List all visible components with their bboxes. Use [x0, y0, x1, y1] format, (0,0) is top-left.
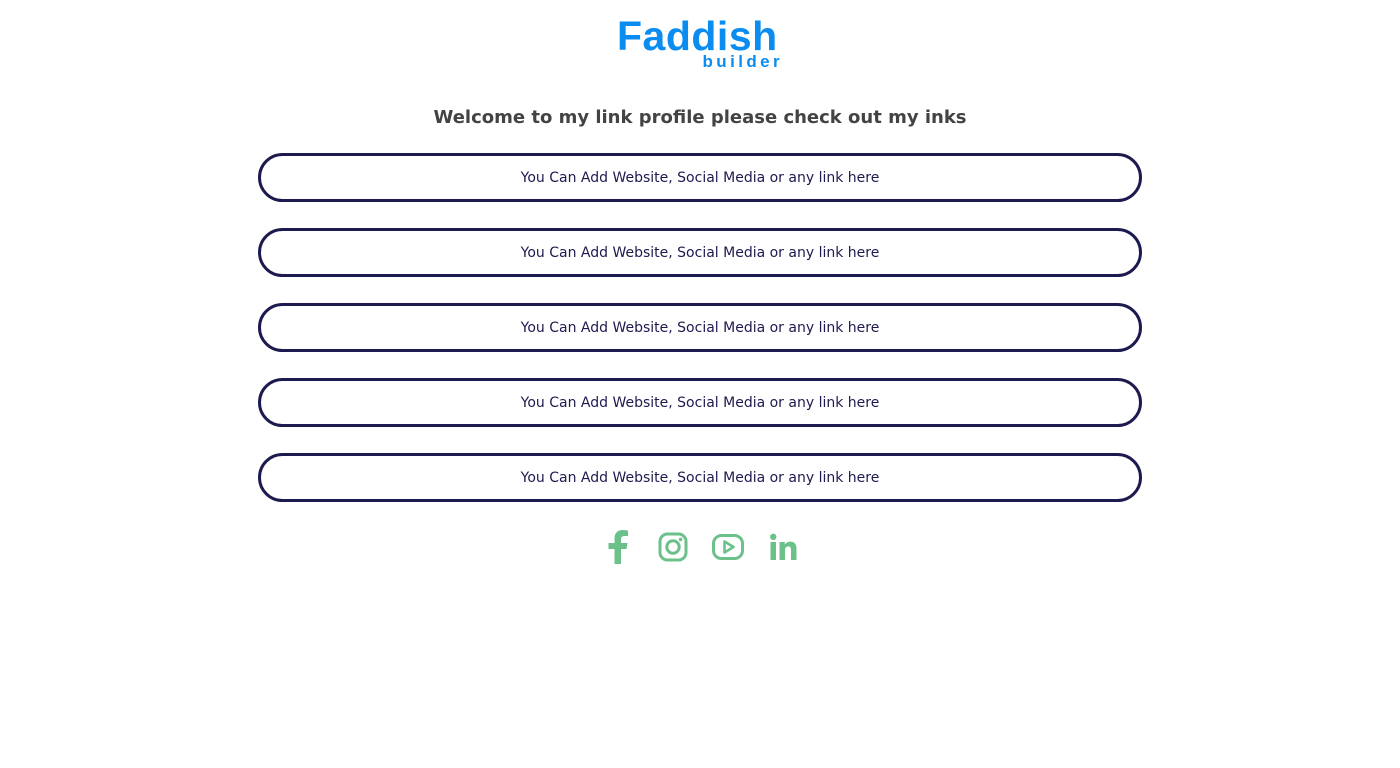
- link-button-3[interactable]: You Can Add Website, Social Media or any…: [258, 303, 1142, 352]
- link-list: You Can Add Website, Social Media or any…: [258, 153, 1142, 528]
- facebook-icon: [608, 530, 628, 564]
- linkedin-icon: [769, 533, 796, 560]
- logo-tagline: builder: [702, 52, 783, 71]
- link-button-4[interactable]: You Can Add Website, Social Media or any…: [258, 378, 1142, 427]
- social-links: [0, 528, 1400, 566]
- link-button-label: You Can Add Website, Social Media or any…: [520, 169, 880, 186]
- link-button-5[interactable]: You Can Add Website, Social Media or any…: [258, 453, 1142, 502]
- welcome-heading: Welcome to my link profile please check …: [433, 107, 967, 128]
- logo-wordmark: Faddish: [617, 13, 778, 59]
- link-button-label: You Can Add Website, Social Media or any…: [520, 244, 880, 261]
- link-button-label: You Can Add Website, Social Media or any…: [520, 469, 880, 486]
- faddish-builder-logo[interactable]: Faddish builder: [617, 13, 787, 71]
- facebook-link[interactable]: [600, 528, 635, 566]
- instagram-link[interactable]: [655, 528, 690, 566]
- link-button-label: You Can Add Website, Social Media or any…: [520, 319, 880, 336]
- link-profile-page: Faddish builder Welcome to my link profi…: [0, 0, 1400, 768]
- link-button-label: You Can Add Website, Social Media or any…: [520, 394, 880, 411]
- link-button-1[interactable]: You Can Add Website, Social Media or any…: [258, 153, 1142, 202]
- youtube-link[interactable]: [710, 528, 745, 566]
- link-button-2[interactable]: You Can Add Website, Social Media or any…: [258, 228, 1142, 277]
- linkedin-link[interactable]: [765, 528, 800, 566]
- instagram-icon: [658, 532, 687, 562]
- youtube-icon: [711, 534, 744, 560]
